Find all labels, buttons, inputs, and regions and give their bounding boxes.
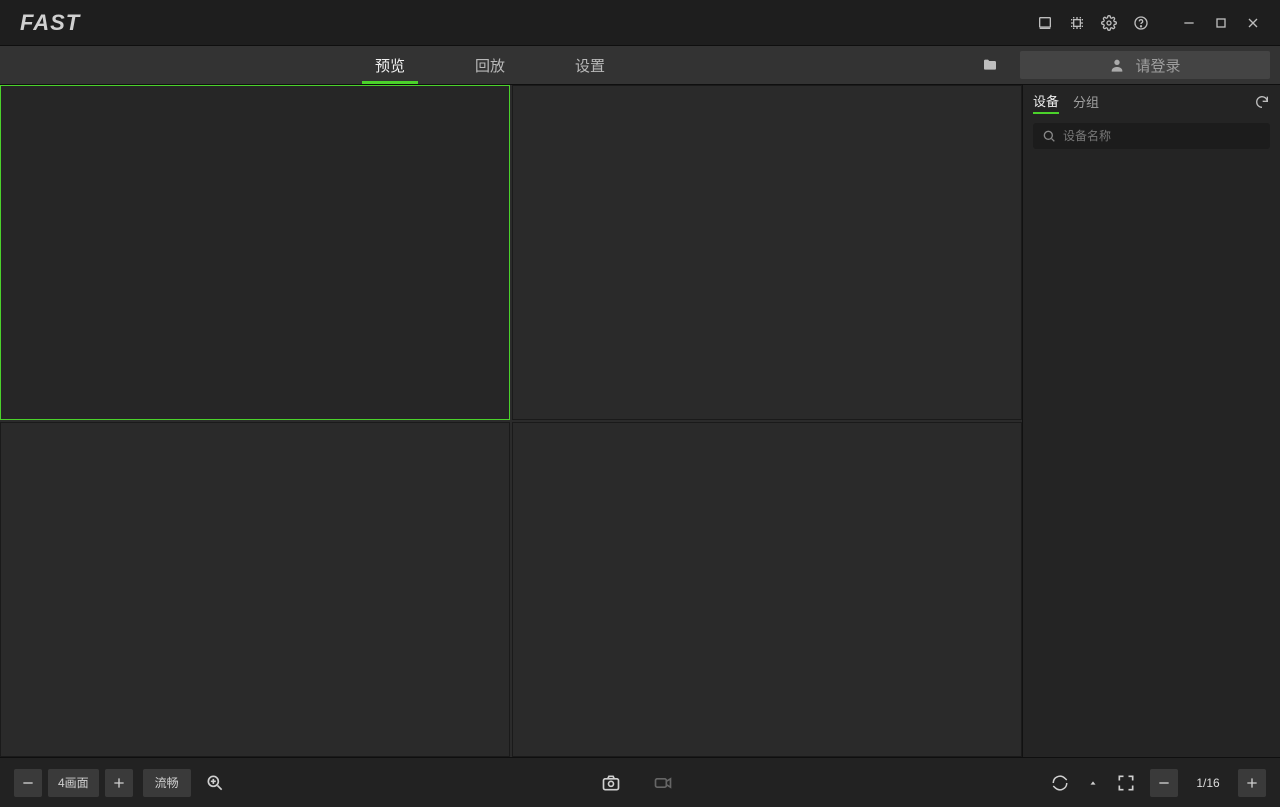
titlebar-controls [1030, 8, 1268, 38]
page-prev-button[interactable] [1150, 769, 1178, 797]
footer: 4画面 流畅 1/16 [0, 757, 1280, 807]
cpu-icon[interactable] [1062, 8, 1092, 38]
login-label: 请登录 [1135, 55, 1180, 76]
video-cell-4[interactable] [512, 422, 1022, 757]
zoom-in-icon[interactable] [201, 769, 229, 797]
sync-icon[interactable] [1046, 769, 1074, 797]
layout-increase-button[interactable] [105, 769, 133, 797]
help-icon[interactable] [1126, 8, 1156, 38]
video-cell-1[interactable] [0, 85, 510, 420]
panel-tab-groups[interactable]: 分组 [1073, 92, 1099, 113]
search-icon [1041, 128, 1057, 144]
layout-decrease-button[interactable] [14, 769, 42, 797]
tab-settings[interactable]: 设置 [540, 46, 640, 84]
device-list [1023, 153, 1280, 757]
panel-tab-devices[interactable]: 设备 [1033, 91, 1059, 114]
device-search-input[interactable] [1063, 129, 1262, 143]
refresh-icon[interactable] [1254, 94, 1270, 110]
tab-playback[interactable]: 回放 [440, 46, 540, 84]
fullscreen-icon[interactable] [1112, 769, 1140, 797]
page-indicator: 1/16 [1184, 776, 1232, 790]
main-toolbar: 预览 回放 设置 请登录 [0, 46, 1280, 85]
video-cell-2[interactable] [512, 85, 1022, 420]
screenshot-icon[interactable] [1030, 8, 1060, 38]
folder-icon[interactable] [970, 46, 1010, 84]
gear-icon[interactable] [1094, 8, 1124, 38]
quality-button[interactable]: 流畅 [143, 769, 191, 797]
main-tabs: 预览 回放 设置 [340, 46, 640, 84]
user-icon [1109, 57, 1125, 73]
device-panel: 设备 分组 [1022, 85, 1280, 757]
app-logo: FAST [20, 10, 80, 36]
chevron-up-small-icon[interactable] [1084, 769, 1102, 797]
record-icon[interactable] [649, 769, 677, 797]
titlebar: FAST [0, 0, 1280, 46]
tab-preview[interactable]: 预览 [340, 46, 440, 84]
video-cell-3[interactable] [0, 422, 510, 757]
video-grid [0, 85, 1022, 757]
maximize-button[interactable] [1206, 8, 1236, 38]
snapshot-icon[interactable] [597, 769, 625, 797]
login-button[interactable]: 请登录 [1020, 51, 1270, 79]
device-search[interactable] [1033, 123, 1270, 149]
close-button[interactable] [1238, 8, 1268, 38]
minimize-button[interactable] [1174, 8, 1204, 38]
layout-label[interactable]: 4画面 [48, 769, 99, 797]
page-next-button[interactable] [1238, 769, 1266, 797]
